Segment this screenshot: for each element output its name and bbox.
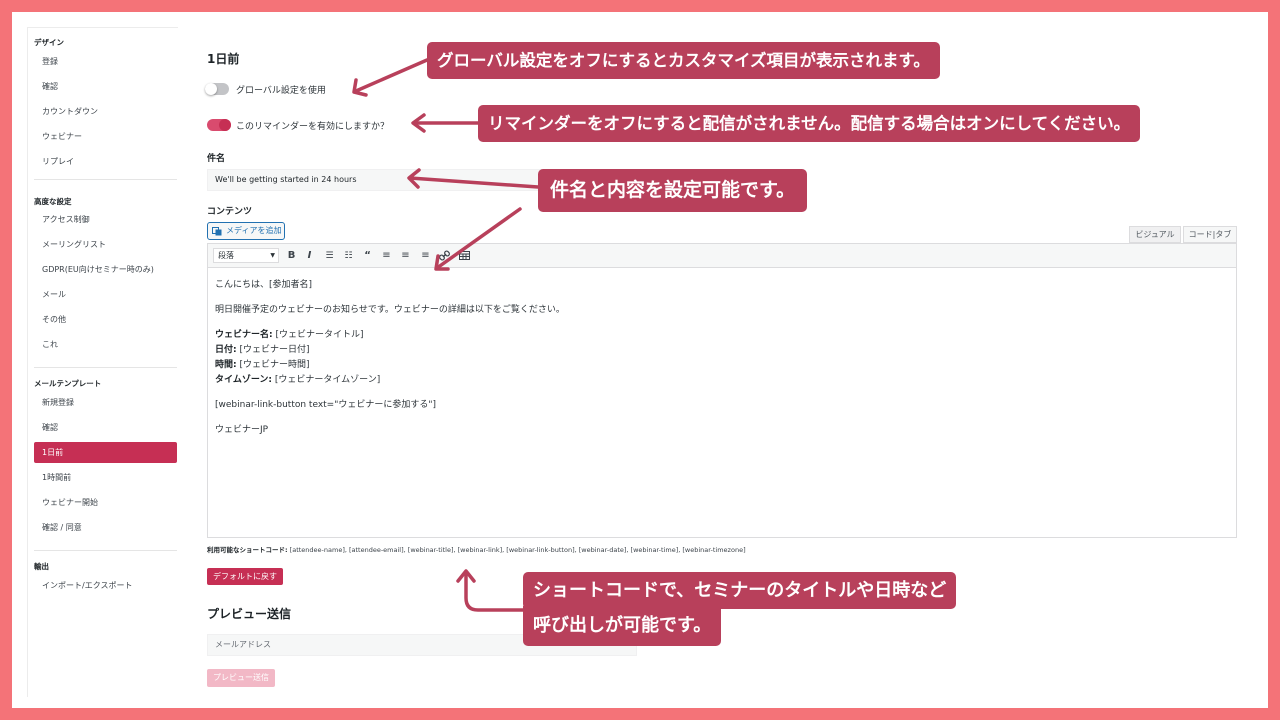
add-media-button[interactable]: メディアを追加 [207,222,285,240]
sidebar-item-mailing-list[interactable]: メーリングリスト [34,234,177,255]
link-icon[interactable] [438,250,451,263]
sidebar-divider [34,179,177,180]
global-settings-label: グローバル設定を使用 [236,86,326,96]
bold-icon[interactable]: B [285,250,298,263]
detail-line: 日付: [ウェビナー日付] [215,343,1229,358]
available-shortcodes: 利用可能なショートコード: [attendee-name], [attendee… [207,544,746,554]
italic-icon[interactable]: I [303,250,316,263]
reset-default-button[interactable]: デフォルトに戻す [207,568,283,585]
format-select-value: 段落 [218,251,234,260]
add-media-label: メディアを追加 [226,226,282,235]
sidebar-item-webinar-start[interactable]: ウェビナー開始 [34,492,177,513]
page-title: 1日前 [207,52,240,66]
callout-global-settings: グローバル設定をオフにするとカスタマイズ項目が表示されます。 [427,42,940,79]
editor-webinar-details: ウェビナー名: [ウェビナータイトル] 日付: [ウェビナー日付] 時間: [ウ… [215,328,1229,388]
editor-shortcode: [webinar-link-button text="ウェビナーに参加する"] [215,400,437,410]
numbered-list-icon[interactable]: ☷ [342,250,355,263]
format-select[interactable]: 段落 ▼ [213,248,279,263]
send-preview-button[interactable]: プレビュー送信 [207,669,275,687]
sidebar-item-registration[interactable]: 登録 [34,51,177,72]
sidebar-item-new-registration[interactable]: 新規登録 [34,392,177,413]
detail-key: ウェビナー名: [215,330,273,340]
tab-visual[interactable]: ビジュアル [1129,226,1181,243]
sidebar-item-one-day-before[interactable]: 1日前 [34,442,177,463]
shortcodes-label: 利用可能なショートコード: [207,546,288,554]
callout-shortcodes-line2: 呼び出しが可能です。 [523,606,722,646]
align-center-icon[interactable]: ≡ [399,250,412,263]
blockquote-icon[interactable]: “ [361,250,374,263]
detail-value: [ウェビナータイトル] [272,330,364,340]
detail-line: タイムゾーン: [ウェビナータイムゾーン] [215,373,1229,388]
detail-line: ウェビナー名: [ウェビナータイトル] [215,328,1229,343]
subject-label: 件名 [207,154,226,164]
reminder-enable-toggle[interactable] [207,119,231,131]
align-left-icon[interactable]: ≡ [380,250,393,263]
sidebar-item-import-export[interactable]: インポート/エクスポート [34,575,177,596]
media-icon [212,227,222,236]
toggle-knob [219,119,231,131]
sidebar-item-access-control[interactable]: アクセス制御 [34,209,177,230]
detail-line: 時間: [ウェビナー時間] [215,358,1229,373]
sidebar-item-replay[interactable]: リプレイ [34,151,177,172]
sidebar-item-template-confirmation[interactable]: 確認 [34,417,177,438]
editor-intro: 明日開催予定のウェビナーのお知らせです。ウェビナーの詳細は以下をご覧ください。 [215,305,565,315]
sidebar-divider [28,27,178,28]
detail-key: タイムゾーン: [215,375,272,385]
sidebar-divider [34,550,177,551]
content-label: コンテンツ [207,207,253,217]
shortcodes-list: [attendee-name], [attendee-email], [webi… [287,546,746,554]
sidebar-item-countdown[interactable]: カウントダウン [34,101,177,122]
bullet-list-icon[interactable]: ☰ [323,250,336,263]
sidebar-item-other[interactable]: その他 [34,309,177,330]
toggle-knob [205,83,217,95]
sidebar-item-webinar[interactable]: ウェビナー [34,126,177,147]
callout-subject-content: 件名と内容を設定可能です。 [538,169,808,212]
sidebar-heading-email-templates: メールテンプレート [34,379,102,388]
sidebar-divider [34,367,177,368]
sidebar-heading-export: 輸出 [34,562,49,571]
detail-value: [ウェビナー日付] [236,345,310,355]
sidebar-item-confirmation[interactable]: 確認 [34,76,177,97]
sidebar-heading-advanced: 高度な設定 [34,197,72,206]
sidebar-item-one-hour-before[interactable]: 1時間前 [34,467,177,488]
sidebar-item-email[interactable]: メール [34,284,177,305]
sidebar-item-this[interactable]: これ [34,334,177,355]
sidebar-item-gdpr[interactable]: GDPR(EU向けセミナー時のみ) [34,259,177,280]
editor-toolbar: 段落 ▼ B I ☰ ☷ “ ≡ ≡ ≡ [207,243,1237,268]
detail-key: 日付: [215,345,237,355]
sidebar-item-consent[interactable]: 確認 / 同意 [34,517,177,538]
email-body-editor[interactable]: こんにちは、[参加者名] 明日開催予定のウェビナーのお知らせです。ウェビナーの詳… [207,268,1237,538]
preview-section-title: プレビュー送信 [207,607,292,621]
detail-value: [ウェビナータイムゾーン] [271,375,381,385]
callout-shortcodes-line1: ショートコードで、セミナーのタイトルや日時など [523,572,957,609]
table-icon[interactable] [458,250,471,263]
callout-reminder: リマインダーをオフにすると配信がされません。配信する場合はオンにしてください。 [478,105,1141,142]
align-right-icon[interactable]: ≡ [419,250,432,263]
settings-sidebar: デザイン 登録 確認 カウントダウン ウェビナー リプレイ 高度な設定 アクセス… [27,27,178,697]
sidebar-heading-design: デザイン [34,38,64,47]
tab-code[interactable]: コード|タブ [1183,226,1237,243]
chevron-down-icon: ▼ [270,252,275,259]
editor-greeting: こんにちは、[参加者名] [215,280,313,290]
global-settings-toggle[interactable] [205,83,229,95]
editor-signature: ウェビナーJP [215,425,269,435]
reminder-enable-label: このリマインダーを有効にしますか？ [236,122,390,132]
detail-value: [ウェビナー時間] [236,360,310,370]
detail-key: 時間: [215,360,237,370]
